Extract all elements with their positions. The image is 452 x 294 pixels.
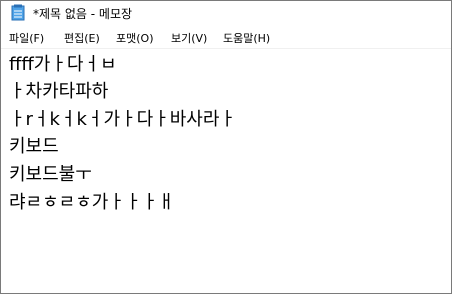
title-bar[interactable]: *제목 없음 - 메모장 (1, 1, 451, 25)
menu-view[interactable]: 보기(V) (171, 30, 207, 46)
notepad-window: *제목 없음 - 메모장 파일(F) 편집(E) 포맷(O) 보기(V) 도움말… (0, 0, 452, 294)
menu-format[interactable]: 포맷(O) (116, 30, 153, 46)
text-line: 키보드불ㅜ (9, 164, 92, 185)
text-line: 키보드 (9, 136, 59, 157)
notepad-icon (11, 4, 25, 21)
text-line: ffff가ㅏ다ㅓㅂ (9, 54, 117, 75)
menu-help[interactable]: 도움말(H) (223, 30, 270, 46)
text-line: 랴ㄹㅎㄹㅎ가ㅏㅏㅏㅐ (9, 192, 175, 213)
menu-edit[interactable]: 편집(E) (64, 30, 100, 46)
window-title: *제목 없음 - 메모장 (33, 7, 133, 21)
text-editor-area[interactable]: ffff가ㅏ다ㅓㅂ ㅏ차카타파하 ㅏrㅓkㅓkㅓ가ㅏ다ㅏ바사라ㅏ 키보드 키보드… (1, 50, 451, 293)
text-line: ㅏrㅓkㅓkㅓ가ㅏ다ㅏ바사라ㅏ (9, 109, 236, 130)
menu-file[interactable]: 파일(F) (9, 30, 44, 46)
text-line: ㅏ차카타파하 (9, 81, 109, 102)
menu-bar: 파일(F) 편집(E) 포맷(O) 보기(V) 도움말(H) (1, 25, 451, 49)
